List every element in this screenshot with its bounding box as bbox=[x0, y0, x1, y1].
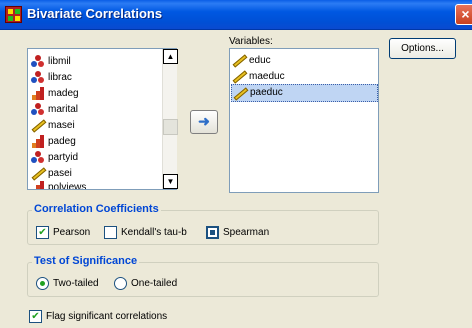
test-of-significance-group: Test of Significance Two-tailed One-tail… bbox=[27, 255, 379, 297]
checkbox-box[interactable] bbox=[104, 226, 117, 239]
scroll-thumb[interactable] bbox=[163, 119, 178, 135]
nominal-icon bbox=[31, 55, 46, 68]
flag-significant-checkbox[interactable]: ✔ Flag significant correlations bbox=[29, 310, 199, 324]
radio-button[interactable] bbox=[114, 277, 127, 290]
nominal-icon bbox=[31, 71, 46, 84]
radio-button[interactable] bbox=[36, 277, 49, 290]
group-title: Correlation Coefficients bbox=[32, 203, 161, 215]
kendall-checkbox[interactable]: Kendall's tau-b bbox=[104, 226, 204, 240]
pearson-checkbox[interactable]: ✔ Pearson bbox=[36, 226, 106, 240]
checkbox-box[interactable] bbox=[206, 226, 219, 239]
ordinal-icon bbox=[31, 135, 46, 148]
source-variable-list[interactable]: libmil librac madeg marital masei padeg … bbox=[27, 48, 178, 190]
scroll-down-button[interactable]: ▼ bbox=[163, 174, 178, 189]
two-tailed-radio[interactable]: Two-tailed bbox=[36, 277, 106, 291]
list-item-selected[interactable]: paeduc bbox=[231, 84, 378, 102]
nominal-icon bbox=[31, 151, 46, 164]
window-title: Bivariate Correlations bbox=[27, 6, 163, 21]
title-bar: Bivariate Correlations × bbox=[0, 0, 472, 30]
correlation-coefficients-group: Correlation Coefficients ✔ Pearson Kenda… bbox=[27, 203, 379, 245]
close-button[interactable]: × bbox=[455, 4, 472, 25]
list-item[interactable]: polviews bbox=[30, 179, 162, 189]
options-button[interactable]: Options... bbox=[389, 38, 456, 59]
source-list-scrollbar[interactable]: ▲ ▼ bbox=[162, 49, 178, 189]
checkbox-box[interactable]: ✔ bbox=[36, 226, 49, 239]
move-variable-button[interactable]: ➜ bbox=[190, 110, 218, 134]
scale-icon bbox=[31, 119, 47, 133]
scroll-up-button[interactable]: ▲ bbox=[163, 49, 178, 64]
nominal-icon bbox=[31, 103, 46, 116]
ordinal-icon bbox=[31, 87, 46, 100]
one-tailed-radio[interactable]: One-tailed bbox=[114, 277, 194, 291]
ordinal-icon bbox=[31, 181, 46, 189]
scale-icon bbox=[232, 70, 248, 84]
scale-icon bbox=[232, 54, 248, 68]
group-title: Test of Significance bbox=[32, 255, 140, 267]
scale-icon bbox=[233, 87, 249, 101]
checkbox-box[interactable]: ✔ bbox=[29, 310, 42, 323]
spearman-checkbox[interactable]: Spearman bbox=[206, 226, 286, 240]
variables-label: Variables: bbox=[229, 36, 273, 47]
selected-variables-list[interactable]: educ maeduc paeduc bbox=[229, 48, 379, 193]
app-icon bbox=[5, 6, 22, 23]
